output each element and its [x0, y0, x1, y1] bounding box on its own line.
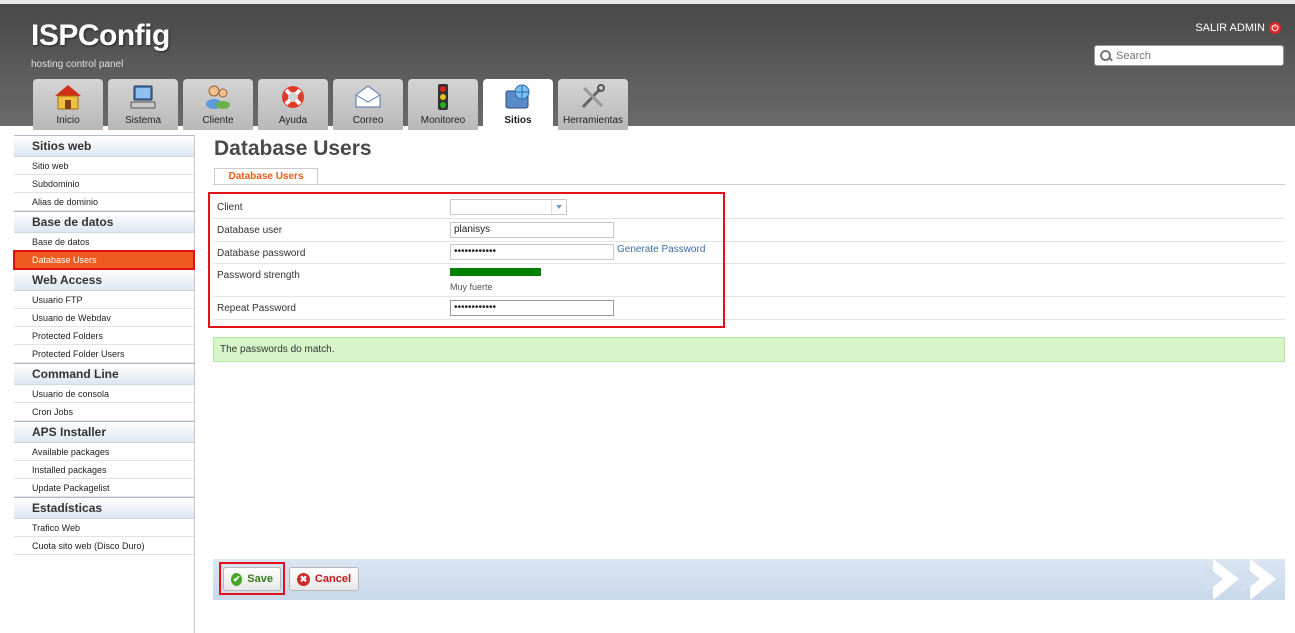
sidebar-item-subdominio[interactable]: Subdominio [14, 175, 194, 193]
sidebar-item-alias-de-dominio[interactable]: Alias de dominio [14, 193, 194, 211]
logout-link[interactable]: SALIR ADMIN ⏻ [1195, 22, 1281, 34]
sidebar-item-installed-packages[interactable]: Installed packages [14, 461, 194, 479]
tab-label: Inicio [56, 115, 80, 126]
tab-label: Ayuda [278, 115, 308, 126]
tab-herramientas[interactable]: Herramientas [558, 79, 628, 130]
sidebar-item-cron-jobs[interactable]: Cron Jobs [14, 403, 194, 421]
tab-label: Correo [352, 115, 384, 126]
tab-ayuda[interactable]: Ayuda [258, 79, 328, 130]
sidebar-group-sitios-web: Sitios web [14, 135, 194, 157]
sidebar-group-web-access: Web Access [14, 269, 194, 291]
sidebar-item-protected-folder-users[interactable]: Protected Folder Users [14, 345, 194, 363]
chevron-right-icon [1242, 559, 1276, 600]
button-bar [213, 559, 1285, 600]
cancel-button[interactable]: ✖ Cancel [289, 567, 359, 591]
tab-label: Sistema [124, 115, 162, 126]
sidebar-group-aps-installer: APS Installer [14, 421, 194, 443]
form-tab-database-users[interactable]: Database Users [214, 168, 318, 184]
tab-label: Monitoreo [420, 115, 466, 126]
logo: ISPConfig [31, 19, 170, 52]
envelope-icon [355, 85, 381, 108]
computer-icon [130, 85, 156, 109]
sidebar-group-base-de-datos: Base de datos [14, 211, 194, 233]
tab-correo[interactable]: Correo [333, 79, 403, 130]
users-icon [206, 85, 230, 109]
sidebar-item-database-users[interactable]: Database Users [13, 250, 195, 270]
form-tab-divider [213, 184, 1285, 185]
tab-monitoreo[interactable]: Monitoreo [408, 79, 478, 130]
sidebar-item-usuario-webdav[interactable]: Usuario de Webdav [14, 309, 194, 327]
main-tabs: Inicio Sistema Cliente Ayuda Correo Moni… [33, 79, 628, 130]
lifebuoy-icon [282, 86, 304, 108]
power-icon: ⏻ [1269, 22, 1281, 34]
checkmark-icon: ✔ [231, 572, 243, 586]
home-icon [55, 85, 81, 110]
sidebar-item-available-packages[interactable]: Available packages [14, 443, 194, 461]
tab-label: Herramientas [562, 115, 624, 126]
chevron-right-icon [1205, 559, 1239, 600]
tab-label: Sitios [504, 115, 532, 126]
search-box[interactable] [1094, 45, 1284, 66]
page-title: Database Users [214, 137, 372, 160]
sidebar-item-usuario-de-consola[interactable]: Usuario de consola [14, 385, 194, 403]
tools-icon [581, 84, 605, 109]
form-highlight-box [208, 192, 725, 328]
globe-folder-icon [505, 84, 530, 109]
page: ISPConfig hosting control panel SALIR AD… [0, 0, 1295, 633]
tab-sitios[interactable]: Sitios [483, 79, 553, 130]
sidebar-item-usuario-ftp[interactable]: Usuario FTP [14, 291, 194, 309]
sidebar-item-cuota-sitio-web[interactable]: Cuota sito web (Disco Duro) [14, 537, 194, 555]
logout-label: SALIR ADMIN [1195, 22, 1265, 34]
save-label: Save [247, 573, 273, 585]
header: ISPConfig hosting control panel SALIR AD… [0, 0, 1295, 130]
sidebar: Sitios web Sitio web Subdominio Alias de… [13, 135, 195, 633]
sidebar-item-sitio-web[interactable]: Sitio web [14, 157, 194, 175]
sidebar-item-base-de-datos[interactable]: Base de datos [14, 233, 194, 251]
sidebar-group-estadisticas: Estadísticas [14, 497, 194, 519]
tab-label: Cliente [202, 115, 234, 126]
sidebar-item-update-packagelist[interactable]: Update Packagelist [14, 479, 194, 497]
sidebar-item-trafico-web[interactable]: Trafico Web [14, 519, 194, 537]
save-button[interactable]: ✔ Save [223, 567, 281, 591]
close-icon: ✖ [297, 572, 310, 586]
search-input[interactable] [1116, 49, 1276, 62]
sidebar-item-protected-folders[interactable]: Protected Folders [14, 327, 194, 345]
cancel-label: Cancel [314, 573, 351, 585]
tagline: hosting control panel [31, 59, 124, 70]
tab-cliente[interactable]: Cliente [183, 79, 253, 130]
password-match-message: The passwords do match. [213, 337, 1285, 362]
tab-sistema[interactable]: Sistema [108, 79, 178, 130]
traffic-light-icon [438, 84, 448, 110]
tab-inicio[interactable]: Inicio [33, 79, 103, 130]
search-icon [1099, 49, 1113, 63]
sidebar-group-command-line: Command Line [14, 363, 194, 385]
